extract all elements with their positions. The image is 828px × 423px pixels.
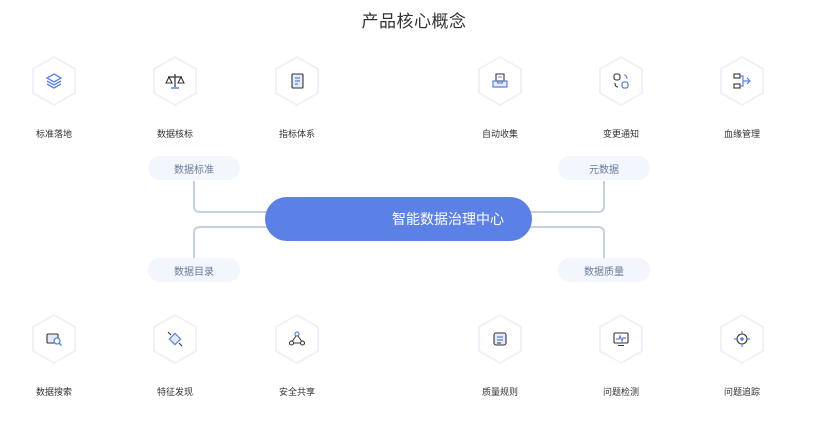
feature-index-system[interactable]: 指标体系 — [247, 56, 347, 140]
monitor-detect-icon — [613, 332, 629, 347]
index-book-icon — [291, 73, 304, 89]
feature-change-notify[interactable]: 变更通知 — [571, 56, 671, 140]
feature-data-check[interactable]: 数据核标 — [125, 56, 225, 140]
feature-standard-landing[interactable]: 标准落地 — [4, 56, 104, 140]
inbox-collect-icon — [492, 73, 508, 88]
feature-label: 问题检测 — [602, 388, 639, 398]
feature-secure-share[interactable]: 安全共享 — [247, 314, 347, 398]
target-track-icon — [734, 331, 750, 347]
layers-icon — [45, 73, 63, 89]
pill-metadata[interactable]: 元数据 — [558, 156, 650, 180]
feature-label: 标准落地 — [35, 130, 72, 140]
feature-label: 问题追踪 — [723, 388, 760, 398]
feature-label: 血缘管理 — [723, 130, 760, 140]
feature-auto-collect[interactable]: 自动收集 — [450, 56, 550, 140]
feature-problem-detect[interactable]: 问题检测 — [571, 314, 671, 398]
feature-label: 安全共享 — [278, 388, 315, 398]
pill-data-standard[interactable]: 数据标准 — [148, 156, 240, 180]
feature-problem-track[interactable]: 问题追踪 — [692, 314, 792, 398]
lineage-icon — [733, 73, 751, 89]
feature-discovery-icon — [167, 331, 183, 347]
core-center-button[interactable]: 智能数据治理中心 — [265, 197, 532, 241]
data-search-icon — [46, 333, 62, 346]
feature-label: 数据核标 — [156, 130, 193, 140]
feature-label: 指标体系 — [278, 130, 315, 140]
feature-lineage[interactable]: 血缘管理 — [692, 56, 792, 140]
pill-data-catalog[interactable]: 数据目录 — [148, 258, 240, 282]
change-notify-icon — [613, 73, 629, 89]
feature-label: 数据搜索 — [35, 388, 72, 398]
pill-data-quality[interactable]: 数据质量 — [558, 258, 650, 282]
feature-quality-rule[interactable]: 质量规则 — [450, 314, 550, 398]
quality-rule-icon — [493, 332, 507, 346]
feature-label: 自动收集 — [481, 130, 518, 140]
feature-data-search[interactable]: 数据搜索 — [4, 314, 104, 398]
share-network-icon — [288, 331, 306, 346]
scale-icon — [165, 74, 185, 89]
feature-label: 变更通知 — [602, 130, 639, 140]
feature-discovery[interactable]: 特征发现 — [125, 314, 225, 398]
feature-label: 质量规则 — [481, 388, 518, 398]
feature-label: 特征发现 — [156, 388, 193, 398]
